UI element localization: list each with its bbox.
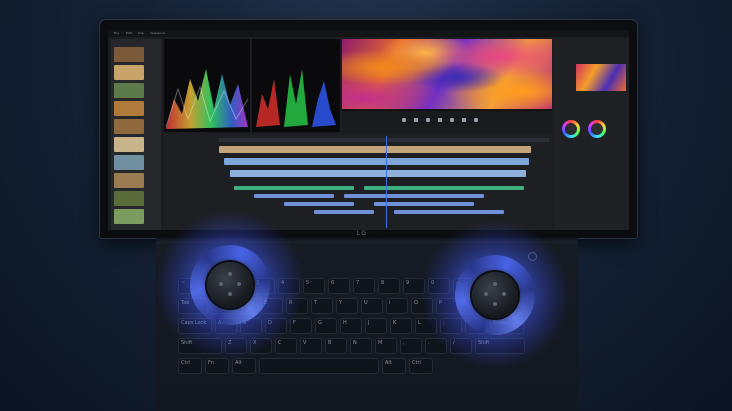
forward-icon[interactable] (438, 118, 442, 122)
key-y[interactable]: Y (336, 298, 358, 314)
effect-preview-thumbnail (576, 64, 626, 91)
audio-clip[interactable] (394, 210, 504, 214)
key-n[interactable]: N (350, 338, 372, 354)
video-clip-track-v1[interactable] (230, 170, 526, 177)
rewind-icon[interactable] (414, 118, 418, 122)
video-clip-track-v2[interactable] (224, 158, 529, 165)
audio-clip[interactable] (314, 210, 374, 214)
loop-icon[interactable] (462, 118, 466, 122)
program-monitor[interactable] (342, 39, 552, 132)
menu-item-clip[interactable]: Clip (138, 31, 144, 35)
play-icon[interactable] (426, 118, 430, 122)
bin-thumbnail[interactable] (114, 101, 144, 116)
menu-item-sequence[interactable]: Sequence (150, 31, 165, 35)
menu-item-edit[interactable]: Edit (126, 31, 132, 35)
audio-clip[interactable] (234, 186, 354, 190)
key-fn[interactable]: Fn (205, 358, 229, 374)
key-8[interactable]: 8 (378, 278, 400, 294)
timeline-playhead[interactable] (386, 136, 387, 228)
key-alt[interactable]: Alt (232, 358, 256, 374)
video-clip-track-v3[interactable] (219, 146, 531, 153)
audio-clip[interactable] (344, 194, 484, 198)
bin-thumbnail[interactable] (114, 83, 144, 98)
audio-clip[interactable] (374, 202, 474, 206)
key-ctrl[interactable]: Ctrl (178, 358, 202, 374)
key-v[interactable]: V (300, 338, 322, 354)
key-7[interactable]: 7 (353, 278, 375, 294)
color-wheel-midtones[interactable] (562, 120, 580, 138)
key-5[interactable]: 5 (303, 278, 325, 294)
bin-thumbnail[interactable] (114, 173, 144, 188)
step-back-icon[interactable] (402, 118, 406, 122)
lumetri-color-panel (554, 39, 629, 230)
brand-logo: LG (357, 231, 368, 237)
timeline-ruler[interactable] (219, 138, 549, 142)
key-b[interactable]: B (325, 338, 347, 354)
key-u[interactable]: U (361, 298, 383, 314)
key-i[interactable]: I (386, 298, 408, 314)
key-alt[interactable]: Alt (382, 358, 406, 374)
bin-thumbnail[interactable] (114, 65, 144, 80)
bin-thumbnail[interactable] (114, 155, 144, 170)
project-bin-panel (111, 39, 161, 230)
audio-clip[interactable] (254, 194, 334, 198)
export-frame-icon[interactable] (474, 118, 478, 122)
transport-controls (342, 111, 552, 132)
cooling-fan-left-hub (207, 262, 253, 308)
parade-scope-rgb (252, 39, 340, 132)
bin-thumbnail[interactable] (114, 137, 144, 152)
bin-thumbnail[interactable] (114, 47, 144, 62)
key-k[interactable]: K (390, 318, 412, 334)
key-h[interactable]: H (340, 318, 362, 334)
bin-thumbnail[interactable] (114, 209, 144, 224)
scope-waveform-graphic (165, 69, 249, 129)
key-t[interactable]: T (311, 298, 333, 314)
program-monitor-image (342, 39, 552, 109)
key-ctrl[interactable]: Ctrl (409, 358, 433, 374)
bin-thumbnail[interactable] (114, 191, 144, 206)
audio-clip[interactable] (284, 202, 354, 206)
scope-parade-graphic (256, 69, 336, 127)
cooling-fan-right-hub (472, 272, 518, 318)
step-forward-icon[interactable] (450, 118, 454, 122)
key-6[interactable]: 6 (328, 278, 350, 294)
bin-thumbnail[interactable] (114, 119, 144, 134)
editor-menu-bar: File Edit Clip Sequence (108, 30, 629, 37)
menu-item-file[interactable]: File (114, 31, 119, 35)
waveform-scope-rgb (164, 39, 250, 132)
key-m[interactable]: M (375, 338, 397, 354)
color-wheel-highlights[interactable] (588, 120, 606, 138)
key--[interactable]: , (400, 338, 422, 354)
key-g[interactable]: G (315, 318, 337, 334)
audio-clip[interactable] (364, 186, 524, 190)
product-scene: File Edit Clip Sequence LG 5 6 7 8 9 T Y… (0, 0, 732, 411)
key-j[interactable]: J (365, 318, 387, 334)
key-space[interactable] (259, 358, 379, 374)
laptop-screen: File Edit Clip Sequence (108, 30, 629, 230)
